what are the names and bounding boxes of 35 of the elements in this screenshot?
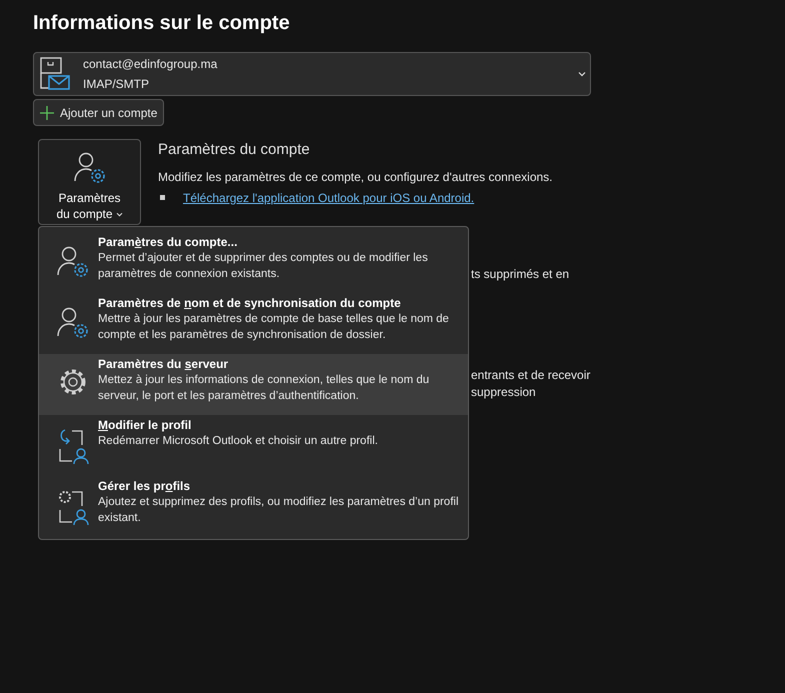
- menu-item-title: Paramètres de nom et de synchronisation du compte: [98, 295, 402, 311]
- partial-text: suppression: [471, 384, 536, 401]
- menu-item-description: Ajoutez et supprimez des profils, ou modifiez les paramètres d’un profil existant.: [98, 495, 460, 526]
- bullet-icon: [160, 195, 165, 200]
- account-settings-tile[interactable]: Paramètres du compte: [38, 139, 141, 225]
- menu-item-title: Paramètres du compte...: [98, 234, 238, 250]
- section-description: Modifiez les paramètres de ce compte, ou configurez d'autres connexions.: [158, 168, 552, 186]
- account-email: contact@edinfogroup.ma: [83, 56, 218, 73]
- person-gear-icon: [72, 150, 108, 186]
- plus-icon: [40, 106, 54, 120]
- person-gear-icon: [54, 305, 90, 341]
- add-account-button[interactable]: Ajouter un compte: [33, 99, 164, 126]
- mailbox-icon: [40, 57, 70, 91]
- account-dropdown[interactable]: contact@edinfogroup.ma IMAP/SMTP: [33, 52, 591, 96]
- chevron-down-icon: [116, 212, 123, 216]
- menu-item-description: Permet d’ajouter et de supprimer des comptes ou de modifier les paramètres de connexion existants.: [98, 251, 429, 282]
- menu-item-description: Mettez à jour les informations de connexion, telles que le nom du serveur, le port et les paramètres d’authentification.: [98, 373, 430, 404]
- chevron-down-icon: [578, 71, 586, 77]
- menu-item-title: Gérer les profils: [98, 478, 192, 494]
- menu-item-description: Mettre à jour les paramètres de compte de base telles que le nom de compte et les paramètres de synchronisation de dossier.: [98, 312, 450, 343]
- menu-item[interactable]: Gérer les profils Ajoutez et supprimez des profils, ou modifiez les paramètres d’un profil existant.: [39, 476, 468, 537]
- menu-item-description: Redémarrer Microsoft Outlook et choisir un autre profil.: [98, 434, 379, 449]
- section-title: Paramètres du compte: [158, 140, 311, 160]
- download-app-link[interactable]: Téléchargez l'application Outlook pour iOS ou Android.: [183, 188, 474, 206]
- menu-item-title: Paramètres du serveur: [98, 356, 230, 372]
- menu-item[interactable]: Paramètres du serveur Mettez à jour les informations de connexion, telles que le nom du serveur, le port et les paramètres d’authentification.: [39, 354, 468, 415]
- partial-text: entrants et de recevoir: [471, 367, 590, 384]
- page-title: Informations sur le compte: [33, 11, 291, 36]
- account-type: IMAP/SMTP: [83, 76, 150, 93]
- menu-item[interactable]: Paramètres du compte... Permet d’ajouter et de supprimer des comptes ou de modifier les paramètres de connexion existants.: [39, 232, 468, 293]
- person-gear-icon: [54, 244, 90, 280]
- menu-item-title: Modifier le profil: [98, 417, 192, 433]
- partial-text: ts supprimés et en: [471, 266, 570, 283]
- menu-item[interactable]: Modifier le profil Redémarrer Microsoft Outlook et choisir un autre profil.: [39, 415, 468, 476]
- menu-item[interactable]: Paramètres de nom et de synchronisation du compte Mettre à jour les paramètres de compte de base telles que le nom de compte et les paramètres de synchronisation de dossier.: [39, 293, 468, 354]
